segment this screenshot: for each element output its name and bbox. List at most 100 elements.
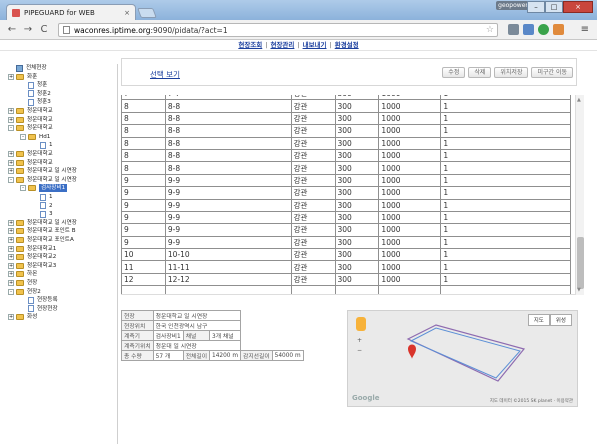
collapse-icon[interactable]: - (20, 185, 26, 192)
tree-node[interactable]: 현장현장 (20, 305, 58, 313)
extension-icon[interactable] (523, 24, 534, 35)
expand-icon[interactable]: + (8, 237, 14, 243)
expand-icon[interactable]: + (8, 73, 14, 80)
expand-icon[interactable]: + (8, 219, 14, 226)
tree-node[interactable]: - 청운대학교 (8, 124, 53, 132)
expand-icon[interactable]: + (8, 254, 14, 261)
table-scrollbar[interactable]: ▲ ▼ (575, 95, 584, 295)
menu-icon[interactable]: ≡ (581, 24, 589, 35)
bookmark-star-icon[interactable]: ☆ (486, 25, 494, 35)
scrollbar-thumb[interactable] (577, 237, 584, 289)
tree-node[interactable]: + 하몬 (8, 270, 37, 278)
minimize-button[interactable]: – (527, 1, 545, 13)
tree-node[interactable]: + 청운대학교1 (8, 245, 56, 253)
collapse-icon[interactable]: - (8, 125, 14, 132)
profile-badge[interactable]: geopower (496, 1, 530, 10)
table-row[interactable]: 10 10-10 강관 300 1000 1 (121, 248, 571, 262)
tree-node[interactable]: - 현장2 (8, 288, 41, 296)
scroll-down-icon[interactable]: ▼ (577, 287, 581, 293)
table-row[interactable]: 11 11-11 강관 300 1000 1 (121, 260, 571, 274)
tree-node[interactable]: + 청운대학교3 (8, 262, 56, 270)
expand-icon[interactable]: + (8, 280, 14, 286)
expand-icon[interactable]: + (8, 262, 14, 269)
table-row[interactable]: 9 9-9 강관 300 1000 1 (121, 223, 571, 237)
table-row[interactable]: 8 8-8 강관 300 1000 1 (121, 99, 571, 113)
tree-node[interactable]: + 청운대학교 포인트A (8, 236, 74, 244)
address-bar[interactable]: waconres.iptime.org:9090/pidata/?act=1 ☆ (58, 23, 498, 37)
tree-node[interactable]: + 청운대학교 (8, 116, 53, 124)
tree-node[interactable]: 1 (32, 193, 53, 201)
tree-node[interactable]: + 현장 (8, 279, 37, 287)
expand-icon[interactable]: + (8, 116, 14, 123)
tree-node[interactable]: + 청운대학교 일 시연장 (8, 167, 77, 175)
view-tab[interactable]: 선택 보기 (150, 69, 180, 80)
table-row[interactable]: 8 8-8 강관 300 1000 1 (121, 161, 571, 175)
extension-icon[interactable] (508, 24, 519, 35)
expand-icon[interactable]: + (8, 168, 14, 175)
expand-icon[interactable]: + (8, 151, 14, 157)
tree-node[interactable]: 청훈 (20, 81, 47, 89)
menu-settings[interactable]: 환경설정 (335, 41, 359, 49)
tree-node[interactable]: + 화성 (8, 313, 37, 321)
table-row[interactable]: 9 9-9 강관 300 1000 1 (121, 186, 571, 200)
tree-node[interactable]: 현장등록 (20, 296, 58, 304)
maximize-button[interactable]: □ (545, 1, 563, 13)
expand-icon[interactable]: + (8, 271, 14, 278)
map-type-satellite[interactable]: 위성 (549, 314, 572, 326)
browser-tab[interactable]: PIPEGUARD for WEB × (6, 4, 136, 20)
menu-site-view[interactable]: 현장조회 (238, 41, 262, 49)
new-tab-button[interactable] (137, 8, 157, 18)
tree-node[interactable]: + 청운대학교 (8, 159, 53, 167)
expand-icon[interactable]: + (8, 228, 14, 235)
expand-icon[interactable]: + (8, 245, 14, 252)
table-row[interactable]: 12 12-12 강관 300 1000 1 (121, 272, 571, 287)
expand-icon[interactable]: + (8, 314, 14, 321)
collapse-icon[interactable]: - (20, 133, 26, 140)
tree-node[interactable]: 1 (32, 141, 53, 149)
tree-node[interactable]: + 청운대학교 (8, 150, 53, 158)
edit-button[interactable]: 수정 (442, 67, 466, 78)
zoom-in-button[interactable]: + (357, 337, 362, 344)
extension-icon[interactable] (538, 24, 549, 35)
tree-node[interactable]: + 청운대학교2 (8, 253, 56, 261)
menu-export[interactable]: 내보내기 (303, 41, 327, 49)
tree-node[interactable]: - 검사장비1 (20, 184, 68, 193)
table-row[interactable]: 9 9-9 강관 300 1000 1 (121, 235, 571, 250)
close-window-button[interactable]: × (563, 1, 593, 13)
save-location-button[interactable]: 위치저장 (494, 67, 529, 78)
table-row[interactable] (121, 285, 571, 294)
table-row[interactable]: 9 9-9 강관 300 1000 1 (121, 198, 571, 212)
tree-node[interactable]: + 청운대학교 일 시연장 (8, 219, 77, 227)
scroll-up-icon[interactable]: ▲ (577, 97, 581, 103)
street-view-icon[interactable] (356, 317, 366, 331)
collapse-icon[interactable]: - (8, 288, 14, 295)
table-row[interactable]: 8 8-8 강관 300 1000 1 (121, 148, 571, 163)
move-section-button[interactable]: 미구간 이동 (531, 67, 573, 78)
tree-node[interactable]: 청훈3 (20, 98, 51, 106)
forward-button[interactable]: → (22, 24, 34, 35)
zoom-out-button[interactable]: − (357, 347, 362, 354)
map-type-map[interactable]: 지도 (527, 314, 550, 326)
tree-node[interactable]: + 청운대학교 포인트 B (8, 227, 76, 235)
expand-icon[interactable]: + (8, 108, 14, 114)
tab-close-icon[interactable]: × (124, 9, 130, 17)
tree-node[interactable]: - Hd1 (20, 133, 50, 141)
collapse-icon[interactable]: - (8, 176, 14, 183)
table-row[interactable]: 9 9-9 강관 300 1000 1 (121, 210, 571, 225)
back-button[interactable]: ← (6, 24, 18, 35)
tree-node[interactable]: 2 (32, 202, 53, 210)
site-map[interactable]: + − 지도 위성 Google 지도 데이터 ©2015 SK planet … (347, 310, 578, 407)
map-marker-icon[interactable] (408, 344, 416, 360)
tree-node[interactable]: 3 (32, 210, 53, 218)
tree-node[interactable]: - 청운대학교 일 시연장 (8, 176, 77, 184)
delete-button[interactable]: 삭제 (468, 67, 492, 78)
extension-icon[interactable] (553, 24, 564, 35)
tree-node[interactable]: + 화훈 (8, 73, 37, 81)
table-row[interactable]: 8 8-8 강관 300 1000 1 (121, 111, 571, 126)
tree-node[interactable]: 청훈2 (20, 90, 51, 98)
table-row[interactable]: 9 9-9 강관 300 1000 1 (121, 173, 571, 188)
tree-node[interactable]: + 청운대학교 (8, 107, 53, 115)
expand-icon[interactable]: + (8, 159, 14, 166)
tree-node[interactable]: 전체현장 (8, 64, 47, 72)
table-row[interactable]: 8 8-8 강관 300 1000 1 (121, 124, 571, 138)
